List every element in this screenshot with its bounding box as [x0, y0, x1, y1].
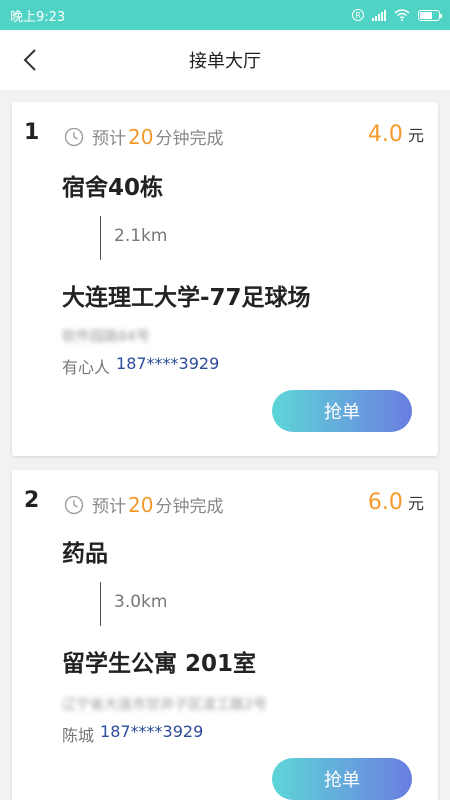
eta-row: 预计 20 分钟完成	[64, 492, 223, 517]
contact-info: 陈城 187****3929	[62, 722, 203, 746]
eta-suffix: 分钟完成	[155, 497, 224, 517]
dropoff-location: 大连理工大学-77足球场	[62, 285, 311, 311]
r-badge-icon: R	[352, 9, 364, 21]
route-line	[100, 582, 101, 626]
address-detail: 软件园路84号	[62, 329, 150, 345]
clock-icon	[64, 127, 84, 146]
contact-phone: 187****3929	[100, 722, 204, 741]
chevron-left-icon	[23, 49, 36, 71]
eta-suffix: 分钟完成	[155, 129, 224, 149]
contact-info: 有心人 187****3929	[62, 354, 219, 378]
page-title: 接单大厅	[189, 51, 261, 72]
route-line	[100, 216, 101, 260]
status-time: 晚上9:23	[10, 9, 66, 25]
price-unit: 元	[407, 126, 424, 145]
grab-order-button[interactable]: 抢单	[272, 390, 412, 432]
nav-bar: 接单大厅	[0, 30, 450, 90]
battery-icon	[418, 9, 442, 21]
eta-row: 预计 20 分钟完成	[64, 124, 223, 149]
price-amount: 4.0	[367, 122, 403, 147]
pickup-location: 药品	[62, 541, 108, 567]
status-bar: 晚上9:23 R	[0, 0, 450, 30]
status-icons: R	[352, 9, 442, 21]
grab-order-button[interactable]: 抢单	[272, 758, 412, 800]
contact-phone: 187****3929	[116, 354, 220, 373]
wifi-icon	[394, 9, 410, 21]
order-card: 2 预计 20 分钟完成 6.0 元 药品 3.0km 留学生公寓 201室 辽…	[12, 470, 438, 800]
address-detail: 辽宁省大连市甘井子区凌工路2号	[62, 697, 267, 713]
contact-name: 有心人	[62, 358, 111, 377]
eta-minutes: 20	[128, 492, 154, 517]
order-price: 6.0 元	[368, 490, 424, 515]
signal-icon	[372, 9, 386, 21]
order-card: 1 预计 20 分钟完成 4.0 元 宿舍40栋 2.1km 大连理工大学-77…	[12, 102, 438, 456]
distance: 2.1km	[114, 226, 168, 246]
order-price: 4.0 元	[368, 122, 424, 147]
eta-prefix: 预计	[92, 129, 126, 149]
distance: 3.0km	[114, 592, 168, 612]
eta-prefix: 预计	[92, 497, 126, 517]
eta-minutes: 20	[128, 124, 154, 149]
back-button[interactable]	[18, 48, 42, 72]
pickup-location: 宿舍40栋	[62, 175, 164, 201]
dropoff-location: 留学生公寓 201室	[62, 651, 257, 677]
order-index: 2	[24, 488, 40, 513]
price-unit: 元	[407, 494, 424, 513]
contact-name: 陈城	[62, 726, 95, 745]
clock-icon	[64, 495, 84, 514]
order-index: 1	[24, 120, 40, 145]
price-amount: 6.0	[367, 490, 403, 515]
